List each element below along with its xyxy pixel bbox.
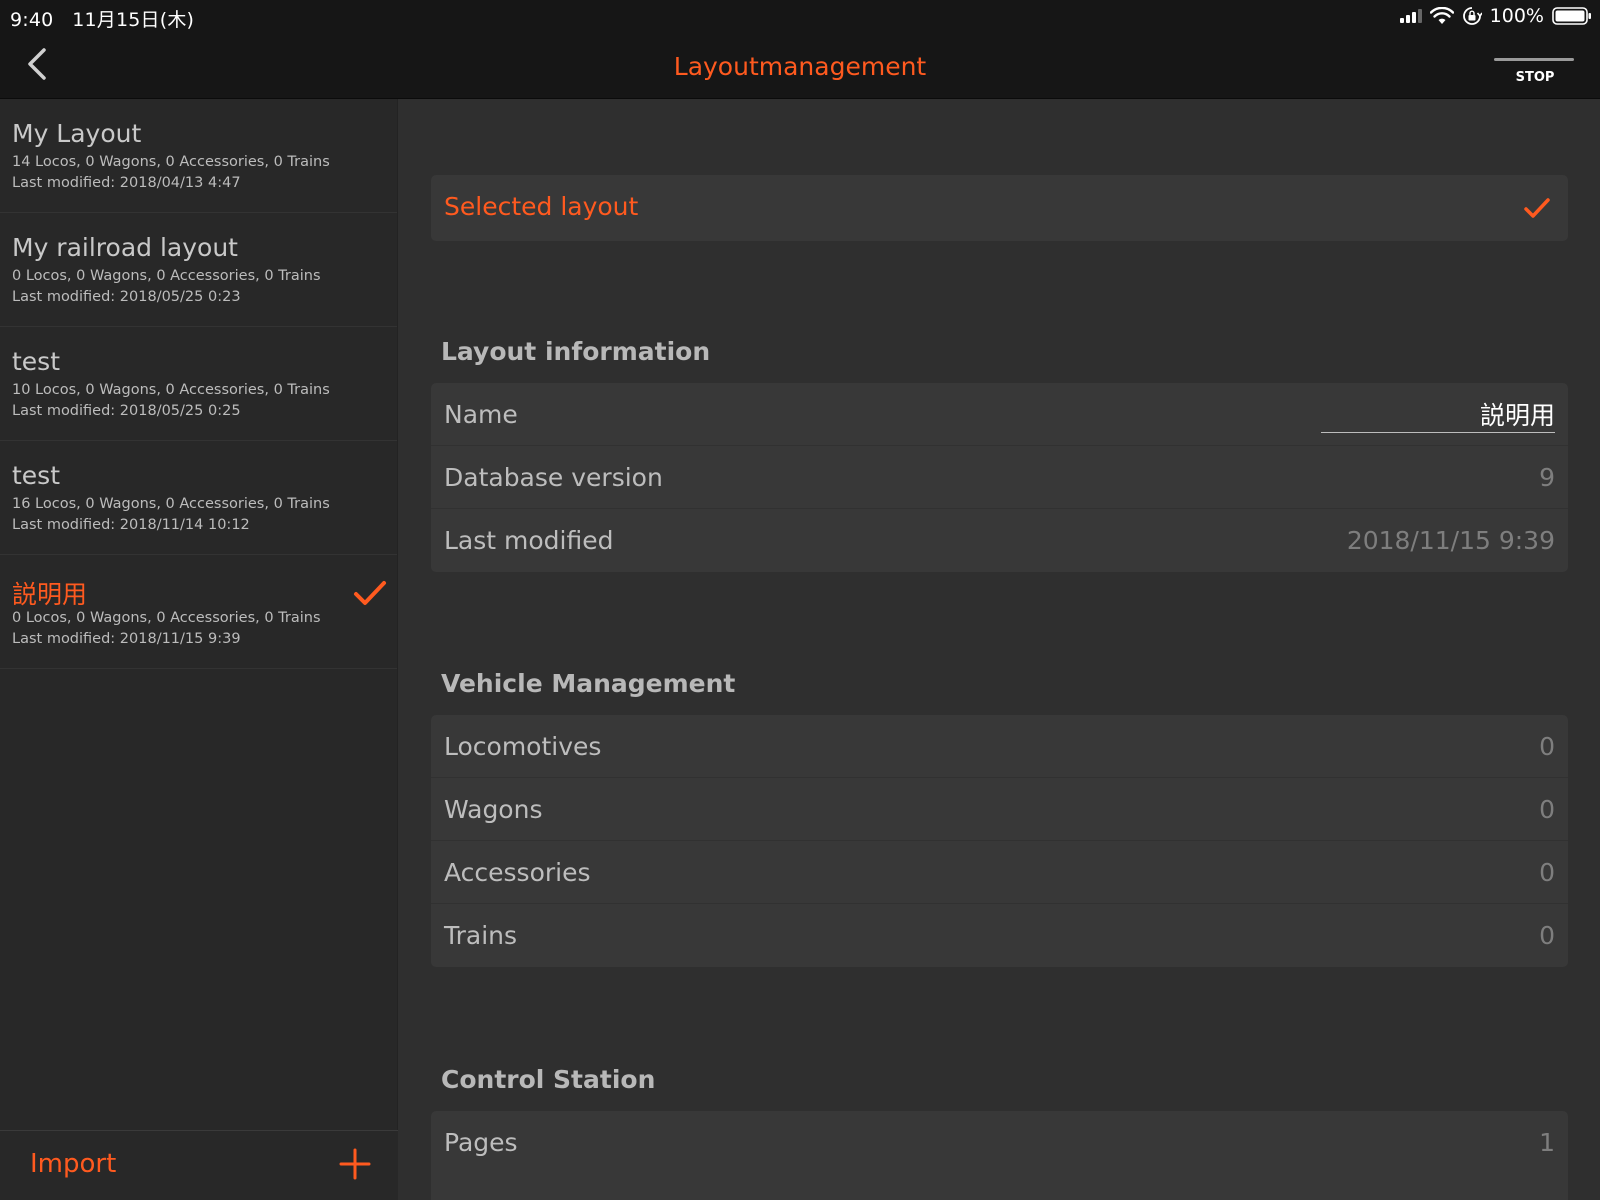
page-title: Layoutmanagement [673, 52, 927, 81]
name-field[interactable] [1321, 395, 1555, 433]
import-button[interactable]: Import [30, 1149, 116, 1179]
name-row: Name [431, 383, 1568, 446]
selected-layout-row[interactable]: Selected layout [431, 175, 1568, 241]
navigation-bar: Layoutmanagement STOP [0, 32, 1600, 99]
control-station-heading: Control Station [441, 1065, 656, 1094]
selected-layout-label: Selected layout [444, 192, 639, 221]
layout-list-item[interactable]: test 10 Locos, 0 Wagons, 0 Accessories, … [0, 327, 397, 441]
battery-percent: 100% [1489, 5, 1544, 27]
layout-list-sidebar: My Layout 14 Locos, 0 Wagons, 0 Accessor… [0, 99, 398, 1200]
layout-item-counts: 0 Locos, 0 Wagons, 0 Accessories, 0 Trai… [12, 610, 321, 626]
pages-count: 1 [1539, 1128, 1555, 1157]
layout-information-group: Name Database version 9 Last modified 20… [431, 383, 1568, 572]
layout-item-counts: 14 Locos, 0 Wagons, 0 Accessories, 0 Tra… [12, 154, 330, 170]
trains-label: Trains [444, 921, 518, 950]
accessories-row[interactable]: Accessories 0 [431, 841, 1568, 904]
add-layout-button[interactable] [338, 1147, 372, 1181]
layout-item-modified: Last modified: 2018/11/15 9:39 [12, 631, 241, 647]
trains-count: 0 [1539, 921, 1555, 950]
pages-label: Pages [444, 1128, 518, 1157]
stop-button[interactable]: STOP [1494, 58, 1576, 94]
control-station-group: Pages 1 [431, 1111, 1568, 1200]
locomotives-row[interactable]: Locomotives 0 [431, 715, 1568, 778]
wagons-row[interactable]: Wagons 0 [431, 778, 1568, 841]
battery-icon [1552, 7, 1591, 25]
database-version-label: Database version [444, 463, 663, 492]
status-indicators: 100% [1399, 4, 1592, 28]
pages-row[interactable]: Pages 1 [431, 1111, 1568, 1174]
layout-item-title: My railroad layout [12, 233, 238, 262]
locomotives-count: 0 [1539, 732, 1555, 761]
wagons-count: 0 [1539, 795, 1555, 824]
layout-information-heading: Layout information [441, 337, 711, 366]
locomotives-label: Locomotives [444, 732, 602, 761]
layout-item-modified: Last modified: 2018/05/25 0:25 [12, 403, 241, 419]
vehicle-management-heading: Vehicle Management [441, 669, 736, 698]
layout-list-item[interactable]: test 16 Locos, 0 Wagons, 0 Accessories, … [0, 441, 397, 555]
layout-item-counts: 0 Locos, 0 Wagons, 0 Accessories, 0 Trai… [12, 268, 321, 284]
stop-label: STOP [1515, 70, 1555, 85]
status-bar: 9:40 11月15日(木) 100% [0, 0, 1600, 32]
wifi-icon [1429, 7, 1454, 24]
name-label: Name [444, 400, 518, 429]
checkmark-icon [1524, 198, 1550, 218]
database-version-value: 9 [1539, 463, 1555, 492]
accessories-count: 0 [1539, 858, 1555, 887]
layout-item-modified: Last modified: 2018/11/14 10:12 [12, 517, 250, 533]
layout-item-title: test [12, 347, 61, 376]
checkmark-icon [354, 581, 386, 605]
stop-indicator-bar [1494, 58, 1574, 61]
layout-item-counts: 10 Locos, 0 Wagons, 0 Accessories, 0 Tra… [12, 382, 330, 398]
sidebar-toolbar: Import [0, 1130, 398, 1200]
layout-item-title: My Layout [12, 119, 142, 148]
last-modified-row: Last modified 2018/11/15 9:39 [431, 509, 1568, 572]
last-modified-label: Last modified [444, 526, 614, 555]
status-time: 9:40 11月15日(木) [10, 9, 195, 31]
layout-detail: Selected layout Layout information Name … [399, 99, 1600, 1200]
accessories-label: Accessories [444, 858, 591, 887]
layout-item-title: 説明用 [12, 580, 88, 609]
layout-list-item[interactable]: My railroad layout 0 Locos, 0 Wagons, 0 … [0, 213, 397, 327]
layout-list-item-selected[interactable]: 説明用 0 Locos, 0 Wagons, 0 Accessories, 0 … [0, 555, 397, 669]
layout-item-title: test [12, 461, 61, 490]
layout-item-modified: Last modified: 2018/05/25 0:23 [12, 289, 241, 305]
cellular-signal-icon [1399, 9, 1422, 23]
layout-list-item[interactable]: My Layout 14 Locos, 0 Wagons, 0 Accessor… [0, 99, 397, 213]
wagons-label: Wagons [444, 795, 543, 824]
database-version-row: Database version 9 [431, 446, 1568, 509]
last-modified-value: 2018/11/15 9:39 [1346, 526, 1555, 555]
trains-row[interactable]: Trains 0 [431, 904, 1568, 967]
layout-item-counts: 16 Locos, 0 Wagons, 0 Accessories, 0 Tra… [12, 496, 330, 512]
orientation-lock-icon [1462, 7, 1482, 25]
vehicle-management-group: Locomotives 0 Wagons 0 Accessories 0 Tra… [431, 715, 1568, 967]
layout-item-modified: Last modified: 2018/04/13 4:47 [12, 175, 241, 191]
